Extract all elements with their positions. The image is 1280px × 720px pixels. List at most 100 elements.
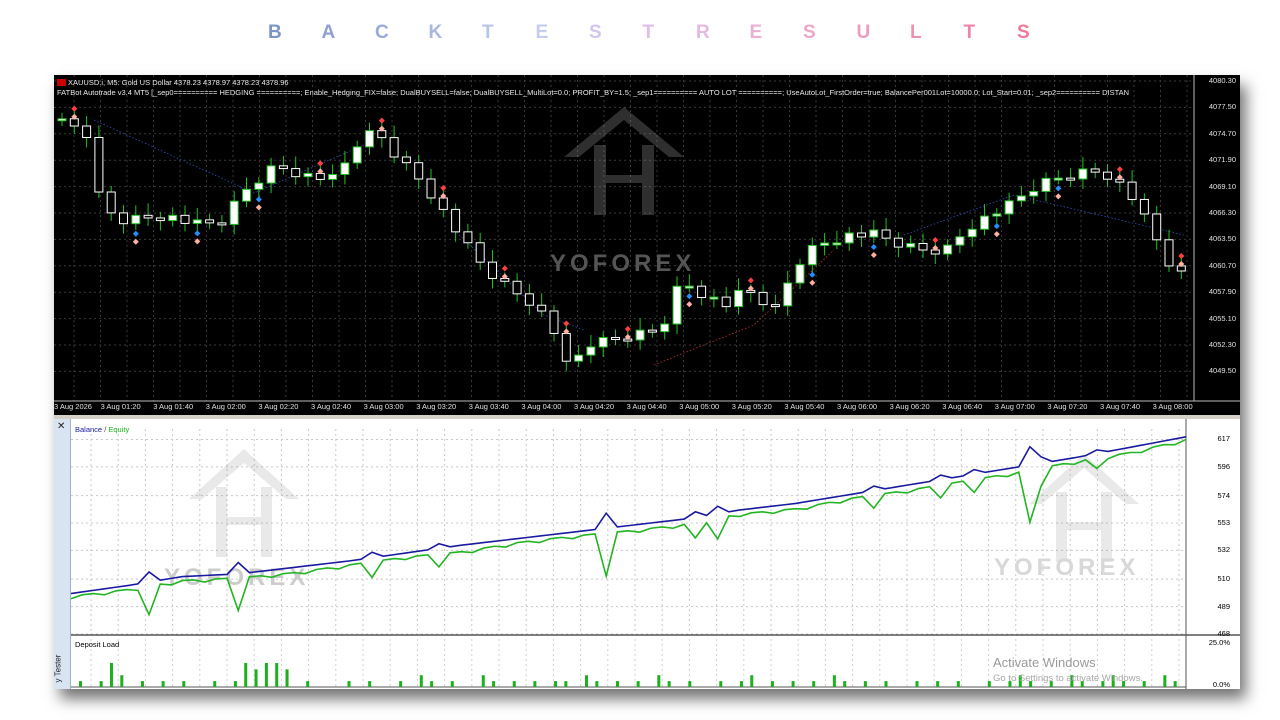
candle: [451, 208, 461, 233]
title-letter: T: [642, 22, 655, 43]
buy-marker-icon: [993, 223, 1000, 230]
price-chart-canvas: YOFOREX: [54, 75, 1240, 402]
candle: [1103, 171, 1112, 180]
deal-marker-icon: [870, 252, 877, 258]
candle: [94, 137, 104, 193]
price-tick-label: 4063.50: [1208, 234, 1236, 244]
balance-chart-canvas: YOFOREX YOFOREX: [70, 419, 1240, 689]
close-icon[interactable]: ✕: [57, 421, 65, 432]
deposit-load-bar: [832, 675, 836, 687]
deposit-load-bar: [1163, 675, 1167, 687]
candle: [266, 165, 276, 184]
candle: [143, 214, 153, 219]
watermark-text: YOFOREX: [994, 554, 1139, 581]
candle: [254, 182, 264, 190]
candle: [82, 125, 92, 138]
deposit-load-bar: [884, 681, 888, 687]
candle: [906, 243, 916, 248]
price-tick-label: 4057.90: [1208, 287, 1236, 297]
deposit-load-bar: [275, 663, 279, 687]
balance-tick-label: 489: [1217, 601, 1230, 611]
title-letter: T: [482, 22, 494, 43]
price-tick-label: 4077.50: [1208, 102, 1236, 112]
deposit-load-bar: [595, 681, 599, 687]
time-tick-label: 3 Aug 05:40: [784, 402, 825, 411]
flag-icon: [57, 79, 66, 86]
title-letter: E: [749, 22, 763, 43]
deposit-load-bar: [368, 681, 372, 687]
candle: [955, 236, 965, 246]
time-tick-label: 3 Aug 03:20: [416, 402, 457, 411]
candle: [365, 130, 374, 148]
time-tick-label: 3 Aug 02:40: [311, 402, 352, 411]
candle: [647, 329, 657, 333]
price-tick-label: 4071.90: [1208, 155, 1236, 165]
buy-marker-icon: [870, 244, 877, 250]
chart-info: XAUUSD.i, M5: Gold US Dollar 4378.23 437…: [57, 78, 1197, 98]
candle: [992, 213, 1002, 217]
buy-marker-icon: [686, 293, 693, 300]
strategy-tester-tab[interactable]: y Tester: [53, 655, 62, 683]
ea-parameters-line: FATBot Autotrade v3.4 MT5 [_sep0========…: [57, 88, 1130, 97]
candle: [635, 329, 645, 341]
candle: [893, 237, 903, 248]
balance-tick-label: 532: [1217, 545, 1230, 555]
time-tick-label: 3 Aug 01:20: [100, 402, 141, 411]
sell-marker-icon: [747, 277, 754, 284]
deposit-load-bar: [1173, 681, 1177, 687]
deposit-load-bar: [161, 681, 165, 687]
price-tick-label: 4069.10: [1208, 181, 1236, 191]
candle: [377, 130, 387, 139]
price-tick-label: 4080.30: [1208, 76, 1236, 85]
time-tick-label: 3 Aug 06:40: [942, 402, 983, 411]
deposit-load-bar: [430, 681, 434, 687]
title-letter: C: [375, 22, 389, 43]
candle: [426, 178, 436, 199]
candle: [524, 293, 534, 306]
time-tick-label: 3 Aug 02:00: [205, 402, 246, 411]
candle: [69, 118, 79, 127]
candle: [475, 242, 485, 263]
deal-marker-icon: [1055, 193, 1062, 200]
deposit-load-bar: [99, 681, 103, 687]
candle: [684, 285, 694, 289]
deposit-load-bar: [254, 669, 258, 687]
deposit-load-bar: [533, 681, 537, 687]
time-tick-label: 3 Aug 06:00: [837, 402, 878, 411]
deal-marker-icon: [255, 204, 262, 211]
time-tick-label: 3 Aug 2026: [54, 402, 92, 411]
balance-tick-label: 468: [1217, 629, 1230, 638]
candle: [106, 191, 116, 214]
candle: [463, 231, 473, 244]
candle: [328, 173, 338, 180]
price-tick-label: 4055.10: [1208, 313, 1236, 323]
candle: [291, 168, 301, 178]
deposit-load-bar: [915, 681, 919, 687]
candle: [770, 304, 780, 308]
candle: [389, 137, 399, 158]
candle: [278, 165, 288, 170]
candle: [574, 354, 584, 362]
candle: [340, 162, 350, 175]
time-tick-label: 3 Aug 05:20: [731, 402, 772, 411]
balance-tick-label: 553: [1217, 518, 1230, 527]
deposit-load-bar: [264, 663, 268, 687]
candle: [205, 219, 215, 224]
price-chart[interactable]: YOFOREX XAUUSD.i, M5: Gold US Dollar 437…: [54, 75, 1240, 415]
title-letter: R: [696, 22, 710, 43]
deposit-load-bar: [1142, 681, 1146, 687]
deposit-load-bar: [450, 681, 454, 687]
balance-legend: Balance / Equity: [75, 425, 129, 434]
candle: [943, 244, 953, 255]
activate-windows-hint[interactable]: Go to Settings to activate Windows.: [993, 673, 1143, 684]
candle: [1152, 213, 1162, 241]
deal-marker-icon: [993, 231, 1000, 238]
deposit-load-bar: [863, 681, 867, 687]
candle: [1164, 239, 1174, 267]
deposit-load-bar: [616, 681, 620, 687]
tester-side-bar: ✕ y Tester: [53, 419, 71, 689]
deposit-load-min: 0.0%: [1212, 680, 1230, 689]
title-letter: U: [856, 22, 871, 43]
title-letter: S: [1017, 22, 1030, 43]
candle: [242, 188, 251, 202]
